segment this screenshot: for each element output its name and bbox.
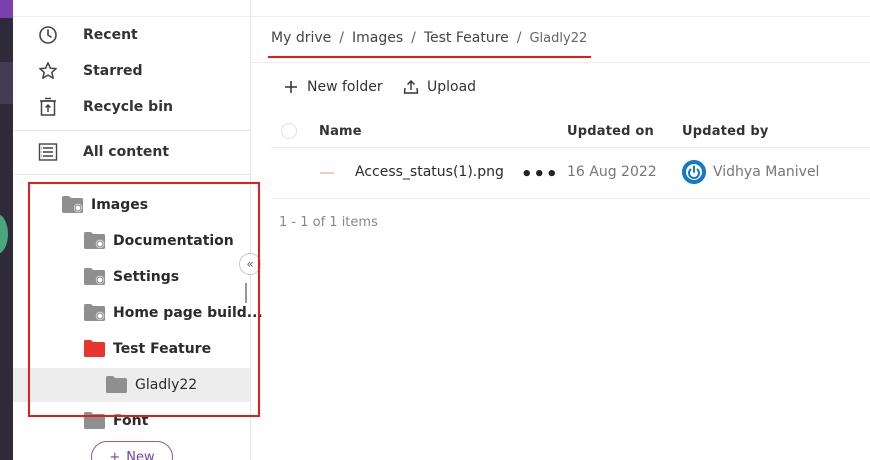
select-all-checkbox[interactable] xyxy=(281,123,297,139)
tree-item-label: Gladly22 xyxy=(135,377,198,393)
shared-folder-icon xyxy=(84,268,105,285)
column-header-updated-by[interactable]: Updated by xyxy=(682,124,769,139)
tree-item-label: Images xyxy=(91,197,149,213)
sidebar-item-all-content[interactable]: All content xyxy=(13,134,250,170)
tree-item-documentation[interactable]: Documentation xyxy=(13,224,250,258)
app-rail-active-item[interactable] xyxy=(0,62,13,104)
breadcrumb-separator: / xyxy=(516,30,522,46)
new-button-label: New xyxy=(126,449,155,460)
tree-item-label: Test Feature xyxy=(113,341,212,357)
folder-icon xyxy=(84,412,105,429)
breadcrumb-item-test-feature[interactable]: Test Feature xyxy=(424,30,509,46)
tree-item-home-page-build[interactable]: Home page build... xyxy=(13,296,263,330)
recycle-bin-icon xyxy=(40,97,56,116)
column-header-updated-on[interactable]: Updated on xyxy=(567,124,654,139)
user-avatar-icon xyxy=(682,160,706,184)
tree-item-font[interactable]: Font xyxy=(13,404,250,438)
shared-folder-icon xyxy=(84,304,105,321)
plus-icon xyxy=(285,81,297,93)
tree-item-settings[interactable]: Settings xyxy=(13,260,250,294)
breadcrumb-separator: / xyxy=(339,30,344,46)
plus-icon: + xyxy=(109,449,121,460)
breadcrumb-item-images[interactable]: Images xyxy=(352,30,403,46)
upload-label: Upload xyxy=(427,79,477,95)
table-row-divider xyxy=(271,198,870,199)
all-content-icon xyxy=(38,143,58,161)
sidebar-item-label: Recycle bin xyxy=(83,99,173,115)
breadcrumb-separator: / xyxy=(411,30,416,46)
tree-item-label: Settings xyxy=(113,269,180,285)
upload-icon xyxy=(403,80,419,94)
table-header-divider xyxy=(271,147,870,148)
new-folder-button[interactable]: New folder xyxy=(283,76,383,98)
app-rail-accent xyxy=(0,0,13,18)
tree-item-gladly22[interactable]: Gladly22 xyxy=(13,368,250,402)
annotation-underline-breadcrumb xyxy=(268,56,591,58)
double-chevron-left-icon: « xyxy=(246,257,254,271)
sidebar-scrollbar[interactable] xyxy=(245,283,247,303)
header-divider xyxy=(251,62,870,63)
file-name[interactable]: Access_status(1).png xyxy=(355,164,504,180)
breadcrumb-item-current: Gladly22 xyxy=(529,30,588,46)
folder-icon xyxy=(106,376,127,393)
upload-button[interactable]: Upload xyxy=(403,76,476,98)
pagination-text: 1 - 1 of 1 items xyxy=(279,215,378,230)
clock-icon xyxy=(39,26,57,44)
tree-item-test-feature[interactable]: Test Feature xyxy=(13,332,250,366)
updated-on-value: 16 Aug 2022 xyxy=(567,164,657,180)
tree-item-label: Documentation xyxy=(113,233,234,249)
sidebar-item-label: Recent xyxy=(83,27,138,43)
new-folder-label: New folder xyxy=(307,79,383,95)
breadcrumb: My drive / Images / Test Feature / Gladl… xyxy=(271,30,587,46)
new-button[interactable]: + New xyxy=(91,441,173,460)
sidebar-item-starred[interactable]: Starred xyxy=(13,53,250,89)
tree-item-images[interactable]: Images xyxy=(13,188,250,222)
sidebar-item-label: All content xyxy=(83,144,170,160)
shared-folder-icon xyxy=(84,232,105,249)
collapse-sidebar-button[interactable]: « xyxy=(239,253,261,275)
folder-icon xyxy=(84,340,105,357)
breadcrumb-item-my-drive[interactable]: My drive xyxy=(271,30,331,46)
sidebar-divider xyxy=(13,130,250,131)
updated-by-value: Vidhya Manivel xyxy=(713,164,820,180)
sidebar-item-label: Starred xyxy=(83,63,143,79)
sidebar-item-recent[interactable]: Recent xyxy=(13,17,250,53)
shared-folder-icon xyxy=(62,196,83,213)
star-icon xyxy=(39,62,57,79)
tree-item-label: Font xyxy=(113,413,149,429)
tree-item-label: Home page build... xyxy=(113,305,263,321)
column-header-name[interactable]: Name xyxy=(319,124,362,139)
sidebar-item-recycle-bin[interactable]: Recycle bin xyxy=(13,89,250,125)
file-thumbnail xyxy=(320,172,334,174)
sidebar-divider xyxy=(13,174,250,175)
more-options-icon[interactable]: ••• xyxy=(521,164,559,185)
